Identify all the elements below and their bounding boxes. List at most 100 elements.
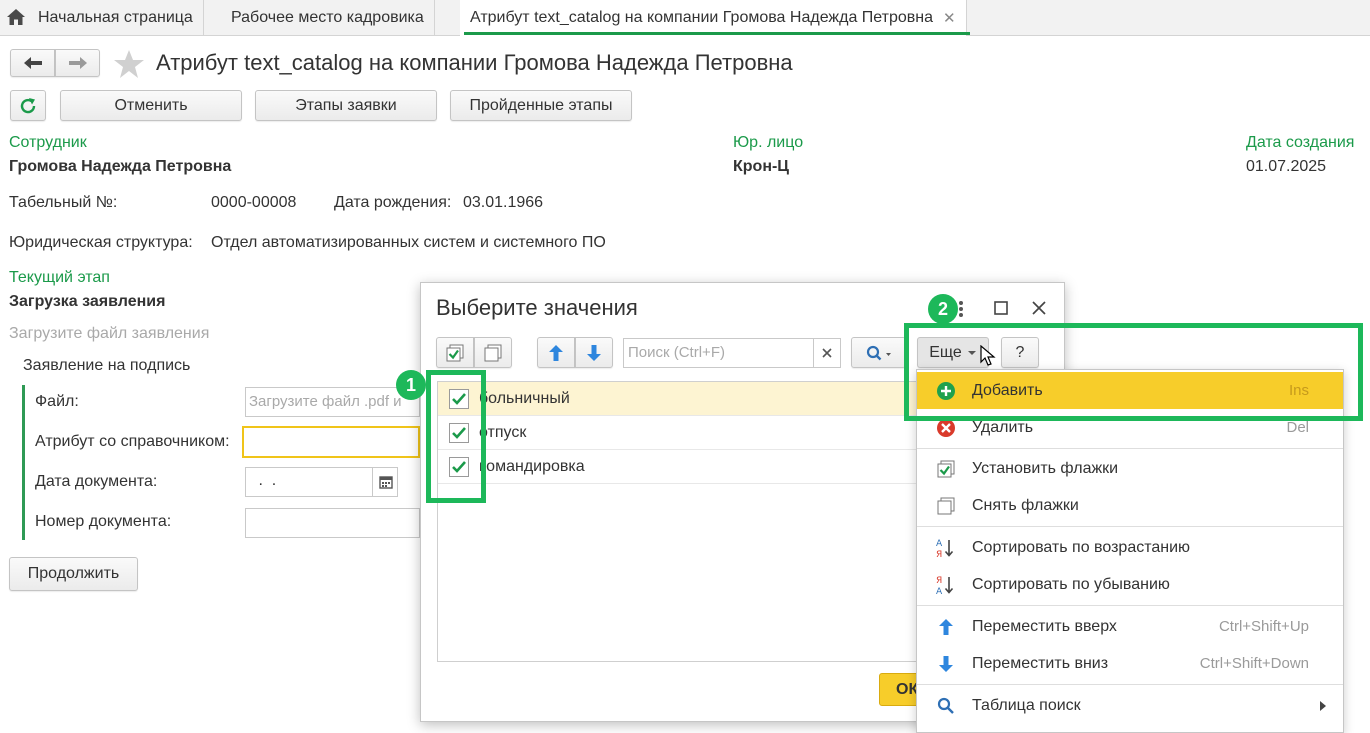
clear-icon [822,348,832,358]
doc-number-input[interactable] [245,508,420,538]
move-down-button[interactable] [575,337,613,368]
tab-current-label: Атрибут text_catalog на компании Громова… [470,9,934,26]
date-label: Дата документа: [35,473,158,490]
arrow-up-icon [935,616,957,638]
list-item-label: больничный [479,389,570,407]
passed-stages-button[interactable]: Пройденные этапы [450,90,632,121]
menu-shortcut: Ctrl+Shift+Down [1199,655,1309,672]
menu-separator [917,605,1343,606]
employee-label: Сотрудник [9,134,87,151]
menu-item-search-table[interactable]: Таблица поиск [917,687,1343,724]
close-icon[interactable] [1031,300,1047,316]
tab-number-value: 0000-00008 [211,194,297,211]
menu-separator [917,448,1343,449]
attribute-input[interactable] [242,426,420,458]
menu-item-label: Переместить вверх [972,617,1117,635]
stages-button[interactable]: Этапы заявки [255,90,437,121]
uncheck-all-button[interactable] [474,337,512,368]
entity-value: Крон-Ц [733,158,789,175]
menu-item-set-flags[interactable]: Установить флажки [917,450,1343,487]
menu-item-label: Установить флажки [972,459,1119,477]
svg-text:А: А [936,587,943,596]
uncheck-all-icon [935,495,957,517]
menu-separator [917,526,1343,527]
upload-hint: Загрузите файл заявления [9,325,210,342]
menu-item-label: Сортировать по убыванию [972,575,1170,593]
menu-item-sort-desc[interactable]: ЯА Сортировать по убыванию [917,566,1343,603]
annotation-badge-1: 1 [396,370,426,400]
sort-descending-icon: ЯА [935,574,957,596]
tab-home-label: Начальная страница [38,8,193,26]
list-item[interactable]: больничный [438,382,916,416]
list-item[interactable]: командировка [438,450,916,484]
arrow-down-icon [935,653,957,675]
structure-label: Юридическая структура: [9,234,193,251]
group-bar [22,385,25,540]
employee-value: Громова Надежда Петровна [9,158,232,175]
current-stage-value: Загрузка заявления [9,293,166,310]
svg-text:А: А [936,539,943,549]
check-all-icon [935,458,957,480]
date-value: . . [254,472,277,489]
ok-button[interactable]: ОК [879,673,919,706]
star-icon[interactable] [113,49,145,79]
forward-button[interactable] [55,49,100,77]
tab-home[interactable]: Начальная страница [28,0,204,35]
structure-value: Отдел автоматизированных систем и систем… [211,234,606,251]
search-button[interactable] [851,337,906,368]
calendar-icon[interactable] [372,468,398,496]
search-clear-button[interactable] [813,338,841,368]
birth-date-label: Дата рождения: [334,194,452,211]
check-all-icon [446,344,464,361]
tab-current[interactable]: Атрибут text_catalog на компании Громова… [460,0,967,36]
svg-text:Я: Я [936,576,942,586]
cancel-button[interactable]: Отменить [60,90,242,121]
values-list: больничный отпуск командировка [437,381,917,662]
arrow-right-icon [68,57,87,69]
list-item[interactable]: отпуск [438,416,916,450]
menu-item-move-down[interactable]: Переместить вниз Ctrl+Shift+Down [917,645,1343,682]
search-icon [935,695,957,717]
search-icon [866,345,891,360]
continue-button[interactable]: Продолжить [9,557,138,591]
menu-shortcut: Ctrl+Shift+Up [1218,618,1309,635]
chevron-right-icon [1320,700,1326,711]
svg-text:Я: Я [936,550,942,559]
menu-item-sort-asc[interactable]: АЯ Сортировать по возрастанию [917,529,1343,566]
arrow-down-icon [587,344,601,361]
menu-item-label: Удалить [972,418,1034,436]
move-up-button[interactable] [537,337,575,368]
tab-hr-workplace-label: Рабочее место кадровика [231,8,424,26]
menu-item-move-up[interactable]: Переместить вверх Ctrl+Shift+Up [917,608,1343,645]
ok-label: ОК [896,680,919,698]
doc-number-label: Номер документа: [35,513,172,530]
menu-item-clear-flags[interactable]: Снять флажки [917,487,1343,524]
menu-separator [917,684,1343,685]
search-placeholder: Поиск (Ctrl+F) [628,344,725,361]
birth-date-value: 03.01.1966 [463,194,544,211]
tab-hr-workplace[interactable]: Рабочее место кадровика [221,0,435,35]
annotation-badge-2: 2 [928,294,958,324]
check-all-button[interactable] [436,337,474,368]
list-item-label: командировка [479,457,585,475]
entity-label: Юр. лицо [733,134,804,151]
sort-ascending-icon: АЯ [935,537,957,559]
tab-close-icon[interactable]: ✕ [943,9,956,27]
back-button[interactable] [10,49,55,77]
menu-item-label: Переместить вниз [972,654,1109,672]
maximize-icon[interactable] [994,301,1008,315]
menu-item-label: Снять флажки [972,496,1079,514]
refresh-button[interactable] [10,90,46,121]
menu-item-label: Таблица поиск [972,696,1081,714]
search-input[interactable]: Поиск (Ctrl+F) [623,338,814,368]
active-tab-indicator [464,32,970,35]
arrow-left-icon [23,57,42,69]
home-icon[interactable] [6,8,26,26]
group-title: Заявление на подпись [23,357,191,374]
tab-number-label: Табельный №: [9,194,118,211]
menu-shortcut: Del [1286,419,1309,436]
more-menu: Добавить Ins Удалить Del Установить флаж… [916,369,1344,733]
date-input[interactable]: . . [245,467,398,497]
file-input[interactable]: Загрузите файл .pdf и [245,387,420,417]
menu-item-label: Сортировать по возрастанию [972,538,1191,556]
